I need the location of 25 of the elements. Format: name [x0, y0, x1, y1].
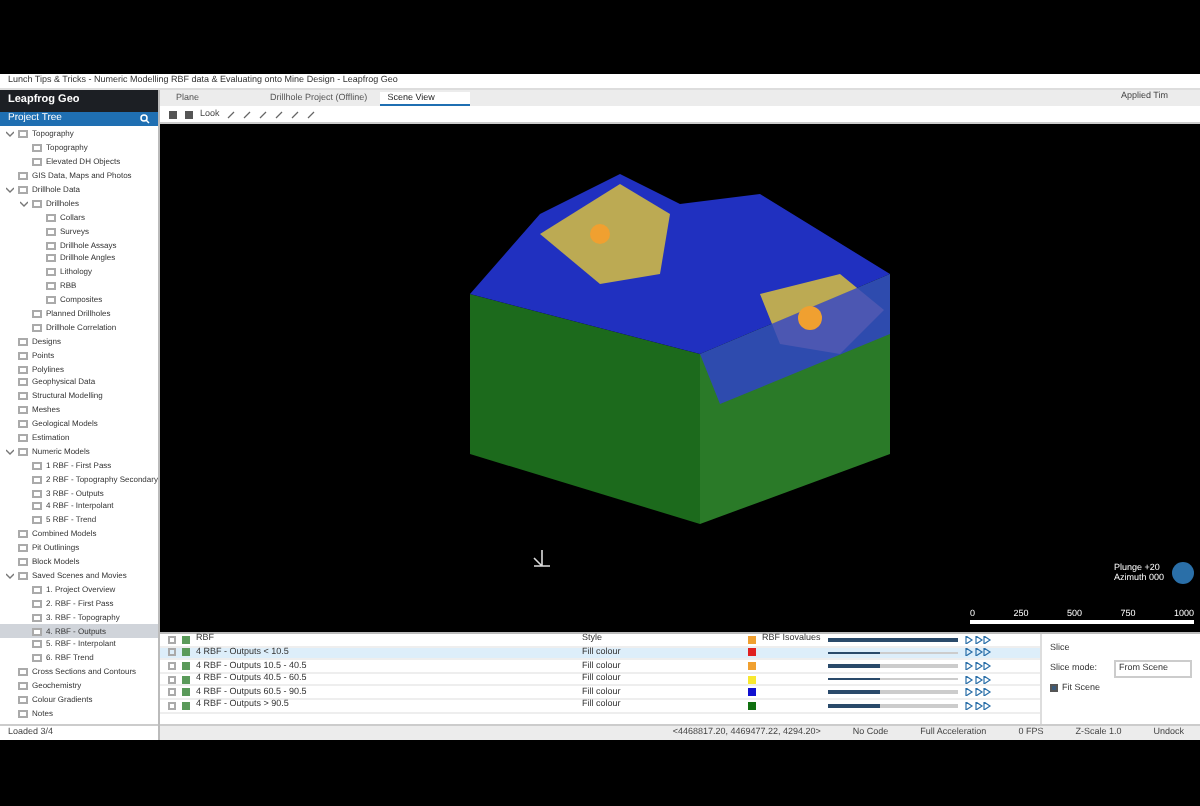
color-swatch[interactable]	[748, 648, 756, 657]
chevron-icon	[6, 130, 14, 139]
play-icon[interactable]	[964, 648, 992, 657]
axes-icon	[532, 548, 552, 568]
chevron-icon	[6, 571, 14, 580]
compass-icon[interactable]	[1172, 561, 1194, 584]
color-swatch[interactable]	[748, 701, 756, 710]
checkbox[interactable]	[168, 688, 176, 697]
play-icon[interactable]	[964, 635, 992, 644]
checkbox[interactable]	[1050, 683, 1058, 692]
checkbox[interactable]	[168, 648, 176, 657]
search-icon[interactable]	[140, 114, 150, 124]
color-swatch[interactable]	[748, 635, 756, 644]
color-swatch[interactable]	[748, 688, 756, 697]
play-icon[interactable]	[964, 688, 992, 697]
checkbox[interactable]	[168, 661, 176, 670]
checkbox[interactable]	[168, 701, 176, 710]
play-icon[interactable]	[964, 661, 992, 670]
color-swatch[interactable]	[748, 661, 756, 670]
chevron-icon	[6, 447, 14, 456]
play-icon[interactable]	[964, 675, 992, 684]
play-icon[interactable]	[964, 701, 992, 710]
checkbox[interactable]	[168, 635, 176, 644]
color-swatch[interactable]	[748, 675, 756, 684]
checkbox[interactable]	[168, 675, 176, 684]
